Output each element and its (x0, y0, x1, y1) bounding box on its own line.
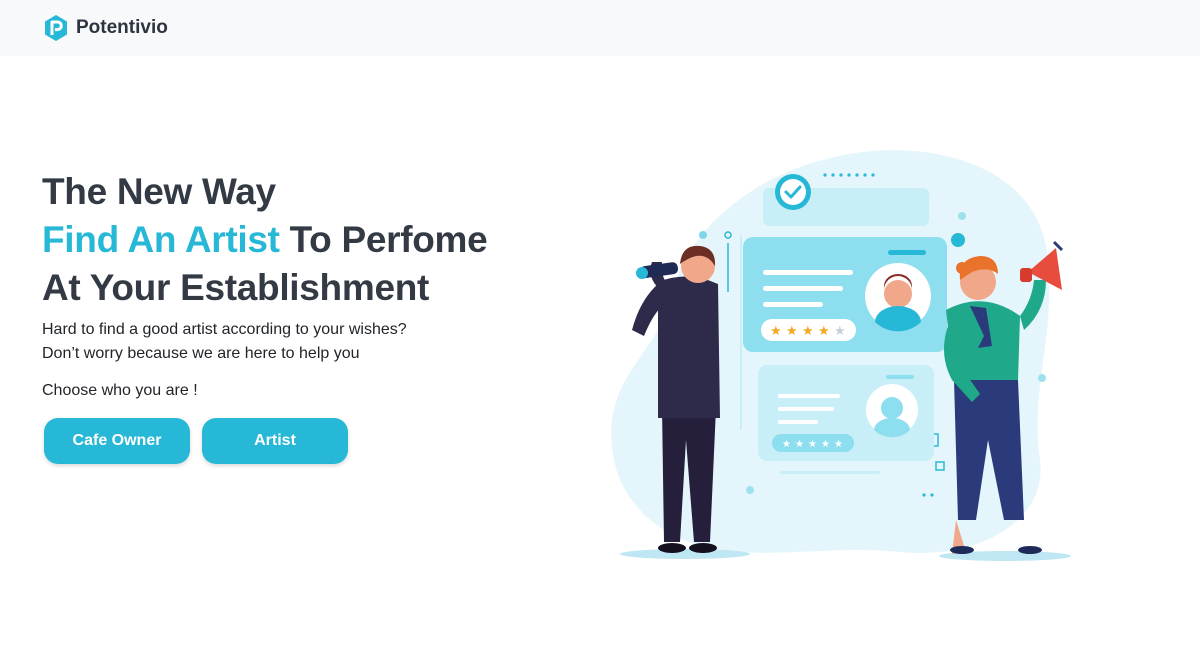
hero-subtext: Hard to find a good artist according to … (42, 318, 562, 366)
potentivio-logo-icon (45, 15, 67, 41)
hero-headline: The New Way Find An Artist To Perfome At… (42, 168, 562, 312)
subtext-line-1: Hard to find a good artist according to … (42, 321, 407, 338)
svg-text:★: ★ (818, 324, 830, 339)
hero-section: The New Way Find An Artist To Perfome At… (42, 168, 562, 464)
svg-text:★: ★ (786, 324, 798, 339)
svg-text:★: ★ (808, 439, 817, 450)
artist-button[interactable]: Artist (202, 418, 348, 464)
role-buttons: Cafe Owner Artist (42, 418, 562, 464)
headline-line-3: At Your Establishment (42, 267, 430, 308)
svg-text:★: ★ (770, 324, 782, 339)
svg-text:★: ★ (802, 324, 814, 339)
hero-illustration: ★ ★ ★ ★ ★ ★ ★ ★ ★ ★ (600, 140, 1080, 570)
headline-line-2-rest: To Perfome (279, 219, 488, 260)
navbar: Potentivio (0, 0, 1200, 56)
headline-line-2: Find An Artist To Perfome (42, 216, 562, 264)
headline-line-1: The New Way (42, 171, 276, 212)
brand-link[interactable]: Potentivio (44, 14, 168, 42)
svg-text:★: ★ (834, 439, 843, 450)
recruiter-illustration: ★ ★ ★ ★ ★ ★ ★ ★ ★ ★ (611, 150, 1071, 561)
svg-text:★: ★ (795, 439, 804, 450)
cafe-owner-button[interactable]: Cafe Owner (44, 418, 190, 464)
svg-text:★: ★ (782, 439, 791, 450)
choose-role-label: Choose who you are ! (42, 382, 198, 399)
brand-name: Potentivio (76, 17, 168, 38)
subtext-line-2: Don’t worry because we are here to help … (42, 345, 360, 362)
headline-accent: Find An Artist (42, 219, 280, 260)
svg-text:★: ★ (834, 324, 846, 339)
svg-text:★: ★ (821, 439, 830, 450)
